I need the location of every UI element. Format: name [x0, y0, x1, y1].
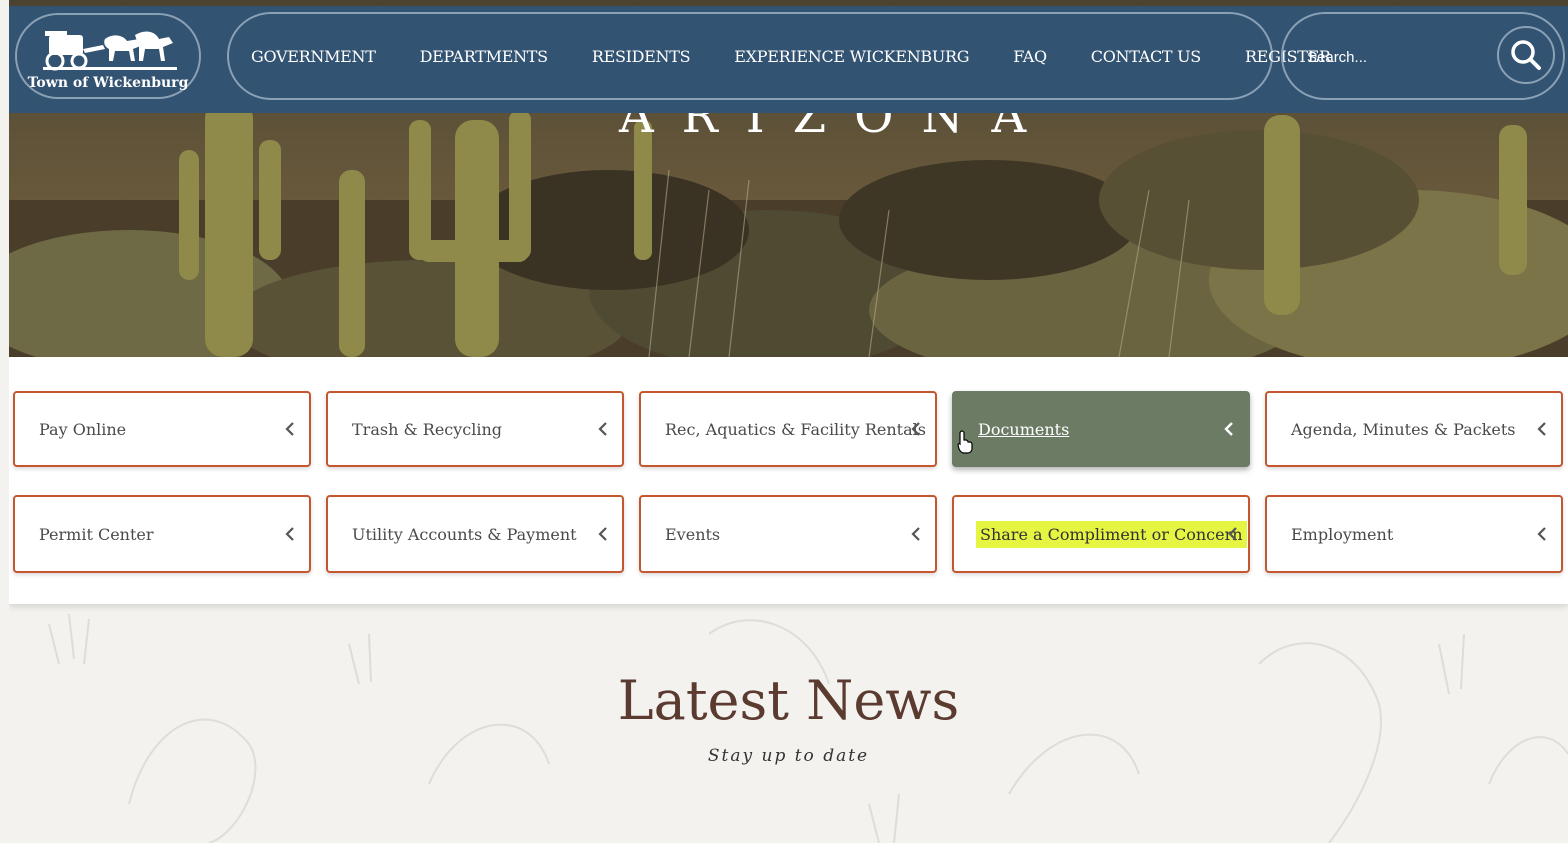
chevron-left-icon — [598, 527, 607, 541]
chevron-left-icon — [1228, 527, 1237, 541]
hand-cursor-icon — [957, 430, 973, 454]
quick-link-label: Employment — [1291, 524, 1394, 544]
page-left-edge — [0, 0, 9, 843]
main-nav: GOVERNMENT DEPARTMENTS RESIDENTS EXPERIE… — [227, 12, 1331, 100]
news-subtitle: Stay up to date — [707, 746, 870, 766]
search-button[interactable] — [1497, 26, 1555, 84]
nav-residents[interactable]: RESIDENTS — [592, 47, 691, 66]
nav-faq[interactable]: FAQ — [1013, 47, 1047, 66]
quick-link-label: Permit Center — [39, 524, 154, 544]
chevron-left-icon — [1224, 422, 1233, 436]
quick-link-label: Agenda, Minutes & Packets — [1291, 419, 1516, 439]
search-icon — [1511, 40, 1541, 70]
quick-link-label: Documents — [978, 419, 1070, 439]
chevron-left-icon — [1537, 422, 1546, 436]
stagecoach-icon — [43, 31, 177, 71]
quick-link-events[interactable]: Events — [639, 495, 937, 573]
chevron-left-icon — [911, 527, 920, 541]
quick-link-rec-aquatics[interactable]: Rec, Aquatics & Facility Rentals — [639, 391, 937, 467]
quick-link-agenda-minutes[interactable]: Agenda, Minutes & Packets — [1265, 391, 1563, 467]
quick-links-panel: Pay Online Trash & Recycling Rec, Aquati… — [9, 357, 1568, 604]
nav-experience-wickenburg[interactable]: EXPERIENCE WICKENBURG — [734, 47, 969, 66]
nav-contact-us[interactable]: CONTACT US — [1091, 47, 1201, 66]
search-input[interactable] — [1305, 44, 1489, 70]
news-title: Latest News — [617, 669, 960, 732]
nav-government[interactable]: GOVERNMENT — [251, 47, 376, 66]
quick-link-label: Trash & Recycling — [352, 419, 503, 439]
quick-link-employment[interactable]: Employment — [1265, 495, 1563, 573]
logo-text: Town of Wickenburg — [27, 75, 189, 91]
quick-link-label: Events — [665, 524, 721, 544]
chevron-left-icon — [598, 422, 607, 436]
quick-link-label: Utility Accounts & Payment — [352, 524, 577, 544]
chevron-left-icon — [285, 527, 294, 541]
quick-link-share-compliment[interactable]: Share a Compliment or Concern — [952, 495, 1250, 573]
nav-departments[interactable]: DEPARTMENTS — [420, 47, 549, 66]
chevron-left-icon — [911, 422, 920, 436]
quick-link-label: Share a Compliment or Concern — [976, 520, 1247, 548]
town-logo[interactable]: Town of Wickenburg — [15, 13, 201, 99]
site-header: Town of Wickenburg GOVERNMENT DEPARTMENT… — [9, 6, 1568, 113]
quick-link-utility-accounts[interactable]: Utility Accounts & Payment — [326, 495, 624, 573]
search-box — [1281, 12, 1565, 100]
quick-link-label: Pay Online — [39, 419, 127, 439]
quick-link-pay-online[interactable]: Pay Online — [13, 391, 311, 467]
latest-news-section: Latest News Stay up to date — [9, 604, 1568, 843]
quick-link-label: Rec, Aquatics & Facility Rentals — [665, 419, 926, 439]
chevron-left-icon — [285, 422, 294, 436]
chevron-left-icon — [1537, 527, 1546, 541]
quick-link-documents[interactable]: Documents — [952, 391, 1250, 467]
quick-link-permit-center[interactable]: Permit Center — [13, 495, 311, 573]
quick-link-trash-recycling[interactable]: Trash & Recycling — [326, 391, 624, 467]
